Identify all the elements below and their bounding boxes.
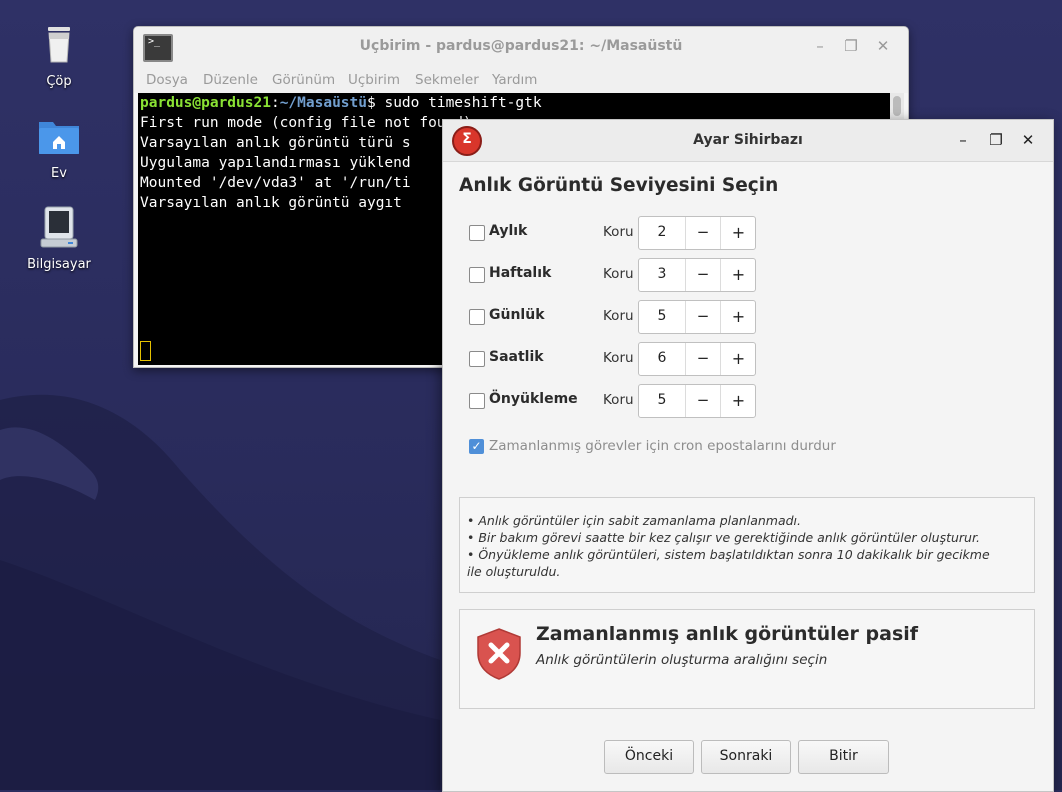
increment-button[interactable]: + (720, 259, 756, 291)
info-line: • Anlık görüntüler için sabit zamanlama … (467, 513, 801, 528)
keep-label: Koru (603, 392, 634, 408)
keep-count-input[interactable]: 5 (639, 392, 685, 408)
keep-count-spinner: 6 − + (638, 342, 756, 376)
cron-label: Zamanlanmış görevler için cron epostalar… (489, 438, 836, 454)
close-icon[interactable]: ✕ (1019, 131, 1037, 149)
prompt-user: pardus@pardus21 (140, 95, 271, 111)
keep-count-spinner: 2 − + (638, 216, 756, 250)
increment-button[interactable]: + (720, 385, 756, 417)
level-row-haftalik: Haftalık Koru 3 − + (469, 258, 769, 292)
level-checkbox[interactable] (469, 309, 485, 325)
prompt-command: $ sudo timeshift-gtk (367, 95, 542, 111)
level-checkbox[interactable] (469, 267, 485, 283)
cron-checkbox[interactable]: ✓ (469, 439, 484, 454)
keep-count-spinner: 3 − + (638, 258, 756, 292)
shield-error-icon (475, 627, 523, 681)
keep-label: Koru (603, 224, 634, 240)
menu-yardim[interactable]: Yardım (492, 72, 537, 88)
level-label: Aylık (489, 223, 528, 239)
trash-icon (35, 22, 83, 70)
level-checkbox[interactable] (469, 351, 485, 367)
level-row-saatlik: Saatlik Koru 6 − + (469, 342, 769, 376)
level-row-aylik: Aylık Koru 2 − + (469, 216, 769, 250)
info-line: • Önyükleme anlık görüntüleri, sistem ba… (467, 547, 990, 562)
level-label: Haftalık (489, 265, 552, 281)
status-subtitle: Anlık görüntülerin oluşturma aralığını s… (536, 652, 828, 668)
next-button[interactable]: Sonraki (701, 740, 791, 774)
keep-count-spinner: 5 − + (638, 300, 756, 334)
close-icon[interactable]: ✕ (874, 37, 892, 55)
menu-sekmeler[interactable]: Sekmeler (415, 72, 479, 88)
desktop-icon-home[interactable]: Ev (14, 114, 104, 181)
prompt-path: ~/Masaüstü (279, 95, 367, 111)
level-label: Günlük (489, 307, 545, 323)
increment-button[interactable]: + (720, 301, 756, 333)
increment-button[interactable]: + (720, 343, 756, 375)
menu-ucbirim[interactable]: Uçbirim (348, 72, 400, 88)
level-row-onyukleme: Önyükleme Koru 5 − + (469, 384, 769, 418)
maximize-icon[interactable]: ❐ (842, 37, 860, 55)
schedule-status-box: Zamanlanmış anlık görüntüler pasif Anlık… (459, 609, 1035, 709)
decrement-button[interactable]: − (685, 259, 720, 291)
terminal-prompt-line: pardus@pardus21:~/Masaüstü$ sudo timeshi… (138, 93, 890, 113)
prompt-separator: : (270, 95, 280, 111)
info-line: ile oluşturuldu. (467, 564, 561, 579)
menu-duzenle[interactable]: Düzenle (203, 72, 258, 88)
keep-count-input[interactable]: 5 (639, 308, 685, 324)
keep-count-spinner: 5 − + (638, 384, 756, 418)
keep-count-input[interactable]: 3 (639, 266, 685, 282)
level-checkbox[interactable] (469, 393, 485, 409)
level-label: Önyükleme (489, 391, 578, 407)
decrement-button[interactable]: − (685, 343, 720, 375)
desktop-icon-label: Çöp (46, 74, 72, 89)
decrement-button[interactable]: − (685, 301, 720, 333)
keep-count-input[interactable]: 6 (639, 350, 685, 366)
previous-button[interactable]: Önceki (604, 740, 694, 774)
keep-label: Koru (603, 266, 634, 282)
schedule-info-box: • Anlık görüntüler için sabit zamanlama … (459, 497, 1035, 593)
scrollbar-thumb[interactable] (893, 96, 901, 116)
computer-icon (35, 205, 83, 253)
terminal-title: Uçbirim - pardus@pardus21: ~/Masaüstü (359, 38, 683, 54)
finish-button[interactable]: Bitir (798, 740, 889, 774)
level-row-gunluk: Günlük Koru 5 − + (469, 300, 769, 334)
desktop-icon-trash[interactable]: Çöp (14, 22, 104, 89)
keep-count-input[interactable]: 2 (639, 224, 685, 240)
setup-wizard-window: Σ Ayar Sihirbazı – ❐ ✕ Anlık Görüntü Sev… (442, 119, 1054, 792)
keep-label: Koru (603, 350, 634, 366)
menu-dosya[interactable]: Dosya (146, 72, 188, 88)
increment-button[interactable]: + (720, 217, 756, 249)
page-heading: Anlık Görüntü Seviyesini Seçin (459, 175, 779, 196)
wizard-titlebar[interactable]: Σ Ayar Sihirbazı – ❐ ✕ (443, 120, 1053, 162)
decrement-button[interactable]: − (685, 385, 720, 417)
keep-label: Koru (603, 308, 634, 324)
terminal-titlebar[interactable]: >_ Uçbirim - pardus@pardus21: ~/Masaüstü… (134, 27, 908, 67)
decrement-button[interactable]: − (685, 217, 720, 249)
maximize-icon[interactable]: ❐ (987, 131, 1005, 149)
terminal-menubar: Dosya Düzenle Görünüm Uçbirim Sekmeler Y… (134, 67, 908, 93)
menu-gorunum[interactable]: Görünüm (272, 72, 335, 88)
info-line: • Bir bakım görevi saatte bir kez çalışı… (467, 530, 980, 545)
desktop-icon-label: Ev (51, 166, 67, 181)
status-title: Zamanlanmış anlık görüntüler pasif (536, 623, 919, 645)
level-checkbox[interactable] (469, 225, 485, 241)
minimize-icon[interactable]: – (811, 37, 829, 55)
desktop-icon-label: Bilgisayar (27, 257, 91, 272)
home-folder-icon (35, 114, 83, 162)
terminal-cursor (140, 341, 151, 361)
level-label: Saatlik (489, 349, 544, 365)
minimize-icon[interactable]: – (954, 131, 972, 149)
desktop-icon-computer[interactable]: Bilgisayar (14, 205, 104, 272)
